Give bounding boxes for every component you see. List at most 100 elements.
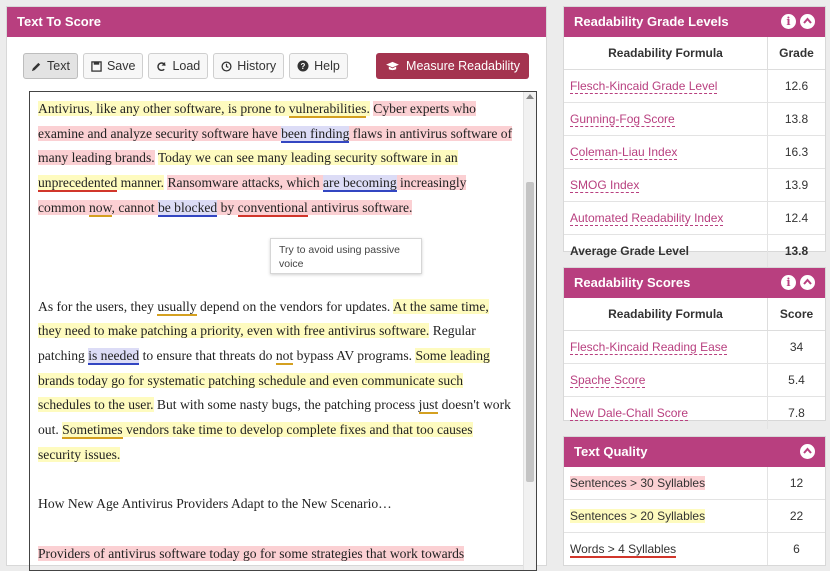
measure-readability-label: Measure Readability [406, 59, 520, 73]
adverb: now [88, 199, 112, 217]
passive-voice-phrase: been finding [281, 125, 350, 143]
chevron-up-icon[interactable] [800, 444, 815, 459]
column-header: Grade [767, 37, 825, 70]
table-row: Sentences > 20 Syllables 22 [564, 499, 825, 533]
quality-label[interactable]: Words > 4 Syllables [570, 542, 677, 558]
grade-value: 12.4 [767, 201, 825, 235]
readability-scores-header: Readability Scores i [564, 268, 825, 298]
table-row: Coleman-Liau Index 16.3 [564, 135, 825, 169]
complex-word: vulnerabilities [288, 101, 367, 118]
formula-link[interactable]: Spache Score [570, 373, 646, 388]
formula-link[interactable]: Coleman-Liau Index [570, 145, 678, 160]
complex-word: conventional [237, 199, 308, 217]
pencil-icon [31, 62, 41, 71]
question-circle-icon: ? [297, 60, 309, 72]
adverb: usually [157, 298, 197, 316]
clock-icon [221, 60, 232, 72]
text-quality-title: Text Quality [574, 444, 648, 459]
score-value: 5.4 [767, 363, 825, 397]
table-row: SMOG Index 13.9 [564, 168, 825, 202]
editor-scrollbar[interactable] [523, 92, 536, 570]
info-icon[interactable]: i [781, 14, 796, 29]
average-value: 13.8 [767, 234, 825, 267]
load-button-label: Load [172, 59, 201, 73]
chevron-up-icon[interactable] [800, 14, 815, 29]
grade-levels-title: Readability Grade Levels [574, 14, 729, 29]
column-header: Score [767, 298, 825, 331]
complex-word: unprecedented [38, 175, 118, 193]
table-row: Automated Readability Index 12.4 [564, 201, 825, 235]
quality-label[interactable]: Sentences > 30 Syllables [570, 476, 706, 490]
formula-link[interactable]: Automated Readability Index [570, 211, 724, 226]
editor-toolbar: Text Save Load History ? Help [23, 53, 348, 79]
save-button[interactable]: Save [82, 53, 144, 79]
formula-link[interactable]: New Dale-Chall Score [570, 406, 689, 421]
table-row: Spache Score 5.4 [564, 363, 825, 397]
history-button-label: History [237, 59, 277, 73]
text-to-score-panel: Text To Score Text Save Load History ? H… [6, 6, 547, 571]
grade-value: 16.3 [767, 135, 825, 169]
paragraph-3: How New Age Antivirus Providers Adapt to… [38, 496, 392, 512]
quality-value: 12 [789, 476, 804, 490]
help-button-label: Help [314, 59, 340, 73]
table-row: Sentences > 30 Syllables 12 [564, 467, 825, 500]
measure-readability-button[interactable]: Measure Readability [376, 53, 529, 79]
formula-link[interactable]: Flesch-Kincaid Grade Level [570, 79, 718, 94]
floppy-icon [91, 60, 102, 72]
table-row: Gunning-Fog Score 13.8 [564, 102, 825, 136]
column-header: Readability Formula [564, 37, 768, 70]
text-editor[interactable]: Antivirus, like any other software, is p… [29, 91, 537, 571]
grade-value: 12.6 [767, 69, 825, 103]
text-to-score-header: Text To Score [7, 7, 546, 37]
readability-scores-panel: Readability Scores i Readability Formula… [563, 267, 826, 429]
table-row: Flesch-Kincaid Grade Level 12.6 [564, 69, 825, 103]
adverb: not [275, 347, 294, 365]
refresh-icon [157, 61, 167, 71]
grade-levels-table: Readability Formula Grade Flesch-Kincaid … [564, 37, 825, 267]
grade-value: 13.9 [767, 168, 825, 202]
passive-voice-phrase: be blocked [157, 199, 218, 217]
adverb: just [418, 397, 439, 415]
history-button[interactable]: History [213, 53, 285, 79]
text-quality-header: Text Quality [564, 437, 825, 467]
passive-voice-phrase: are becoming [323, 175, 397, 193]
text-button[interactable]: Text [23, 53, 78, 79]
chevron-up-icon[interactable] [800, 275, 815, 290]
quality-value: 22 [767, 499, 825, 533]
paragraph-4: Providers of antivirus software today go… [38, 542, 513, 567]
grade-value: 13.8 [767, 102, 825, 136]
formula-link[interactable]: Gunning-Fog Score [570, 112, 675, 127]
help-button[interactable]: ? Help [289, 53, 348, 79]
graduation-cap-icon [386, 61, 399, 70]
info-icon[interactable]: i [781, 275, 796, 290]
sentence: Antivirus, like any other software, is p… [38, 101, 370, 118]
table-row: Flesch-Kincaid Reading Ease 34 [564, 330, 825, 364]
text-button-label: Text [47, 59, 70, 73]
column-header: Readability Formula [564, 298, 768, 331]
scroll-up-arrow-icon[interactable] [526, 94, 534, 99]
scrollbar-thumb[interactable] [526, 182, 534, 482]
text-quality-table: Sentences > 30 Syllables 12 Sentences > 2… [564, 467, 825, 565]
readability-scores-title: Readability Scores [574, 275, 691, 290]
formula-link[interactable]: SMOG Index [570, 178, 640, 193]
sentence: Sometimes vendors take time to develop c… [38, 422, 473, 462]
table-row: Words > 4 Syllables 6 [564, 532, 825, 565]
quality-value: 6 [767, 532, 825, 565]
text-to-score-title: Text To Score [17, 14, 102, 29]
score-value: 7.8 [767, 396, 825, 429]
editor-text[interactable]: Antivirus, like any other software, is p… [38, 97, 513, 566]
text-quality-panel: Text Quality Sentences > 30 Syllables 12 … [563, 436, 826, 566]
quality-label[interactable]: Sentences > 20 Syllables [570, 509, 706, 523]
load-button[interactable]: Load [148, 53, 209, 79]
average-row: Average Grade Level 13.8 [564, 234, 825, 267]
passive-voice-tooltip: Try to avoid using passive voice [270, 238, 422, 274]
table-row: New Dale-Chall Score 7.8 [564, 396, 825, 429]
adverb: Sometimes [62, 422, 123, 440]
formula-link[interactable]: Flesch-Kincaid Reading Ease [570, 340, 728, 355]
readability-scores-table: Readability Formula Score Flesch-Kincaid … [564, 298, 825, 429]
score-value: 34 [767, 330, 825, 364]
grade-levels-panel: Readability Grade Levels i Readability F… [563, 6, 826, 267]
passive-voice-phrase: is needed [88, 347, 140, 365]
paragraph-1: Antivirus, like any other software, is p… [38, 97, 513, 221]
save-button-label: Save [106, 59, 136, 73]
